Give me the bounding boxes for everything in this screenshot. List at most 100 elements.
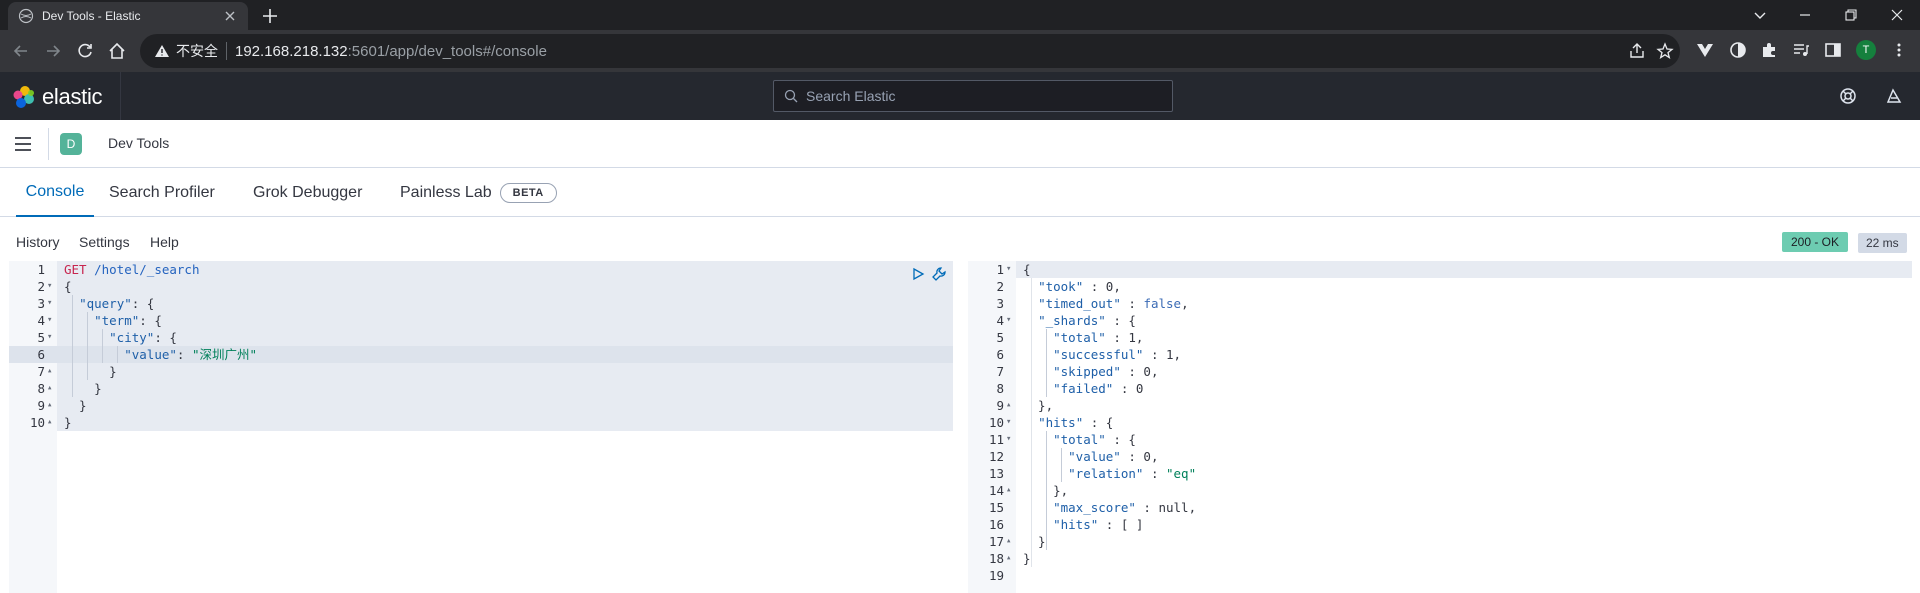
vue-extension-icon[interactable] [1696,41,1714,59]
request-editor[interactable]: 1 GET /hotel/_search 2 ▾{3 ▾ "query": {4 ▾ "t… [9,261,953,593]
line-number: 16 [988,517,1004,532]
request-time-badge: 22 ms [1858,233,1907,253]
response-code-line: 10 ▾ "hits" : { [968,414,1912,431]
line-number: 2 [996,279,1004,294]
elastic-logo[interactable]: elastic [12,84,103,110]
code-text: "relation" : "eq" [1068,466,1197,481]
home-icon[interactable] [106,40,128,62]
indent-guide [1046,329,1047,397]
share-icon[interactable] [1628,42,1646,60]
indent-guide [1046,431,1047,550]
bookmark-star-icon[interactable] [1656,42,1674,60]
request-code-line: 3 ▾ "query": { [9,295,953,312]
fold-toggle-icon[interactable]: ▴ [1006,482,1016,499]
browser-toolbar: 不安全 192.168.218.132 :5601/app/dev_tools#… [0,30,1920,72]
code-text: } [64,398,87,413]
search-elastic-field[interactable] [773,80,1173,112]
response-code-line: 3 "timed_out" : false, [968,295,1912,312]
request-code-line: 2 ▾ { [9,278,953,295]
line-number: 14 [988,483,1004,498]
browser-menu-icon[interactable] [1890,41,1908,59]
fold-toggle-icon[interactable]: ▾ [1006,261,1016,278]
back-arrow-icon[interactable] [10,40,32,62]
code-text: "query": { [79,296,155,311]
fold-toggle-icon[interactable]: ▾ [47,329,57,346]
dark-reader-extension-icon[interactable] [1729,41,1747,59]
address-bar[interactable]: 不安全 192.168.218.132 :5601/app/dev_tools#… [140,34,1680,68]
close-tab-icon[interactable] [222,8,238,24]
history-link[interactable]: History [16,234,60,250]
request-code-line: 4 ▾ "term": { [9,312,953,329]
help-lifebuoy-icon[interactable] [1838,86,1858,106]
news-feed-icon[interactable] [1884,86,1904,106]
line-number: 18 [988,551,1004,566]
line-number: 5 [996,330,1004,345]
response-code-line: 19 [968,567,1912,584]
tab-painless-lab-label: Painless Lab [400,183,492,201]
line-number: 10 [29,415,45,430]
response-code-line: 11 ▾ "total" : { [968,431,1912,448]
indent-guide [117,346,118,363]
new-tab-icon[interactable] [260,6,280,26]
request-code-line: 10 ▴} [9,414,953,431]
search-input[interactable] [806,88,1166,104]
play-request-icon[interactable] [911,267,925,281]
minimize-icon[interactable] [1794,4,1816,26]
request-code-line: 5 ▾ "city": { [9,329,953,346]
response-code-line: 14 ▴ }, [968,482,1912,499]
fold-toggle-icon[interactable]: ▴ [1006,533,1016,550]
fold-toggle-icon[interactable]: ▴ [47,380,57,397]
wrench-icon[interactable] [930,265,948,283]
tab-search-chevron-down-icon[interactable] [1749,4,1771,26]
breadcrumb-bar: D Dev Tools [0,120,1920,168]
response-editor: 1 ▾{2 "took" : 0, 3 "timed_out" : false, 4 ▾… [968,261,1912,593]
fold-toggle-icon[interactable]: ▴ [1006,550,1016,567]
response-code-line: 15 "max_score" : null, [968,499,1912,516]
code-text: "skipped" : 0, [1053,364,1159,379]
line-number: 15 [988,500,1004,515]
tab-grok-debugger[interactable]: Grok Debugger [253,168,362,217]
fold-toggle-icon[interactable]: ▴ [47,397,57,414]
code-text: "city": { [109,330,177,345]
tab-search-profiler[interactable]: Search Profiler [109,168,215,217]
media-queue-icon[interactable] [1792,41,1810,59]
fold-toggle-icon[interactable]: ▴ [1006,397,1016,414]
fold-toggle-icon[interactable]: ▾ [47,278,57,295]
beta-badge: BETA [499,182,557,203]
warning-icon[interactable] [154,43,170,59]
help-link[interactable]: Help [150,234,179,250]
line-number: 5 [37,330,45,345]
extensions-puzzle-icon[interactable] [1760,41,1778,59]
indent-guide [1031,278,1032,567]
fold-toggle-icon[interactable]: ▾ [1006,312,1016,329]
fold-toggle-icon[interactable]: ▾ [1006,414,1016,431]
status-badge: 200 - OK [1782,232,1849,252]
fold-toggle-icon[interactable]: ▴ [47,414,57,431]
browser-tab[interactable]: Dev Tools - Elastic [8,2,248,30]
fold-toggle-icon[interactable]: ▴ [47,363,57,380]
code-text: } [1023,534,1046,549]
tab-painless-lab[interactable]: Painless Lab BETA [400,168,557,217]
fold-toggle-icon[interactable]: ▾ [1006,431,1016,448]
request-code-line: 1 GET /hotel/_search [9,261,953,278]
settings-link[interactable]: Settings [79,234,130,250]
response-code-line: 8 "failed" : 0 [968,380,1912,397]
tab-console[interactable]: Console [16,168,94,217]
response-code-line: 16 "hits" : [ ] [968,516,1912,533]
menu-hamburger-icon[interactable] [12,134,34,154]
indent-guide [1061,448,1062,482]
profile-avatar[interactable]: T [1856,40,1876,60]
editor-resizer[interactable] [953,261,968,593]
side-panel-icon[interactable] [1824,41,1842,59]
restore-window-icon[interactable] [1840,4,1862,26]
fold-toggle-icon[interactable]: ▾ [47,312,57,329]
code-text: "value" : 0, [1068,449,1159,464]
response-code-line: 9 ▴ }, [968,397,1912,414]
forward-arrow-icon[interactable] [42,40,64,62]
space-avatar[interactable]: D [60,133,82,155]
reload-icon[interactable] [74,40,96,62]
header-divider [120,72,121,120]
search-icon [784,89,798,103]
close-window-icon[interactable] [1886,4,1908,26]
fold-toggle-icon[interactable]: ▾ [47,295,57,312]
